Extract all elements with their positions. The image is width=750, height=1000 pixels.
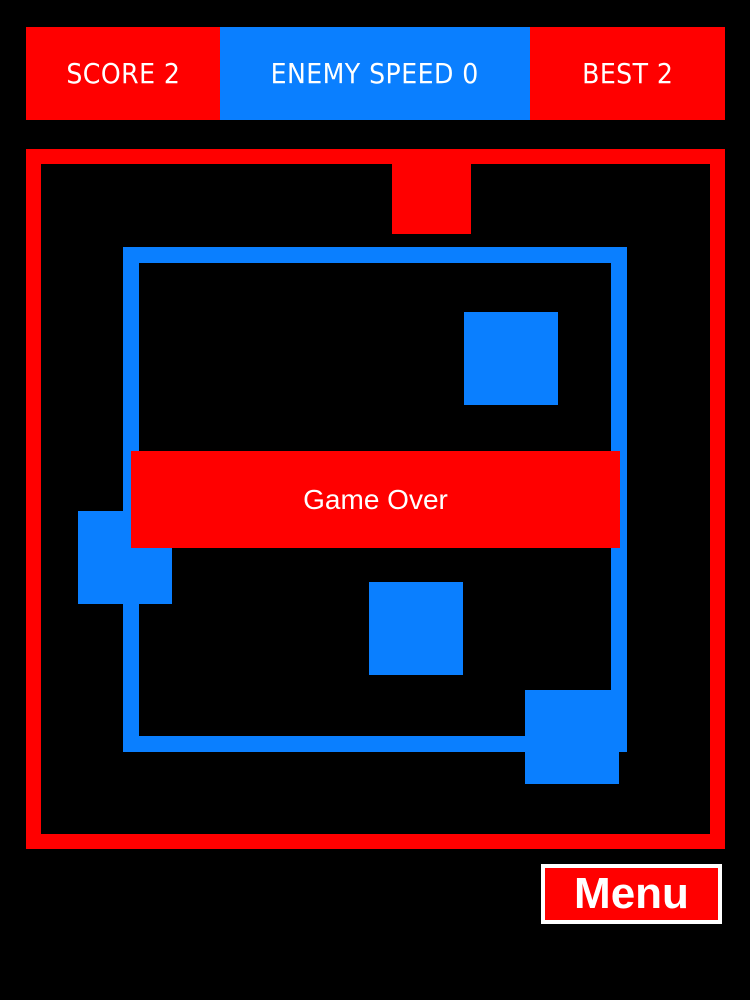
enemy-speed-label: ENEMY SPEED 0 [270,57,480,90]
enemy-block [464,312,558,405]
enemy-block [600,690,627,752]
best-score-label: BEST 2 [581,57,674,90]
score-label: SCORE 2 [65,57,181,90]
menu-button[interactable]: Menu [541,864,722,924]
game-over-banner: Game Over [131,451,620,548]
score-display: SCORE 2 [26,27,220,120]
enemy-block [369,582,463,675]
best-score-display: BEST 2 [530,27,725,120]
player-block [392,164,471,234]
game-over-text: Game Over [303,483,448,515]
enemy-speed-display: ENEMY SPEED 0 [220,27,530,120]
menu-button-label: Menu [574,869,689,918]
